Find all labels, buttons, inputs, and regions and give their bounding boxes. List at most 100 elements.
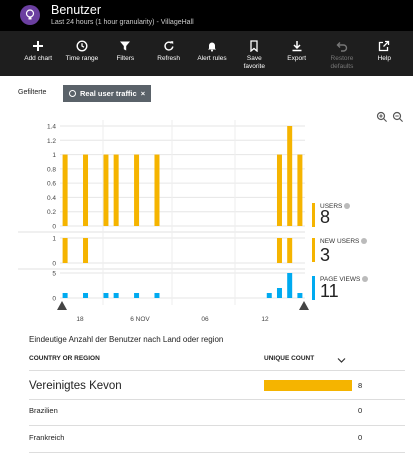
funnel-icon (120, 41, 131, 51)
plus-icon (33, 41, 44, 51)
clock-icon (76, 40, 88, 52)
table-divider (29, 399, 405, 400)
filter-chip-label: Real user traffic (80, 89, 137, 98)
bar (287, 273, 293, 298)
country-name: Brazilien (29, 406, 58, 415)
table-title: Eindeutige Anzahl der Benutzer nach Land… (29, 335, 224, 344)
bar (154, 293, 160, 298)
help-label: Help (377, 55, 391, 62)
table-divider (29, 425, 405, 426)
y-tick-label: 0.6 (47, 181, 56, 188)
alert-rules-label: Alert rules (197, 55, 227, 62)
y-tick-label: 0.4 (47, 195, 56, 202)
x-tick-label: 18 (76, 316, 84, 323)
y-tick-label: 5 (52, 271, 56, 278)
chevron-down-icon[interactable] (337, 351, 346, 369)
column-header-unique-count[interactable]: UNIQUE COUNT (264, 355, 314, 362)
add-chart-button[interactable]: Add chart (16, 31, 60, 76)
refresh-icon (163, 41, 174, 51)
country-name: Vereinigtes Kevon (29, 380, 122, 392)
restore-defaults-label: Restore defaults (330, 55, 354, 70)
bar (297, 154, 303, 226)
time-range-label: Time range (65, 55, 99, 62)
y-tick-label: 0 (52, 224, 56, 231)
y-tick-label: 1 (52, 236, 56, 243)
bar (276, 238, 282, 263)
legend-new-users-value: 3 (320, 245, 331, 265)
table-divider (29, 370, 405, 371)
filter-row: Gefilterte Real user traffic × (0, 84, 413, 104)
export-label: Export (287, 55, 307, 62)
bar (276, 154, 282, 226)
close-icon[interactable]: × (141, 89, 145, 98)
bar (83, 238, 89, 263)
undo-icon (336, 42, 348, 52)
alert-rules-button[interactable]: Alert rules (190, 31, 233, 76)
bar (113, 154, 119, 226)
y-tick-label: 0.2 (47, 209, 56, 216)
bar (134, 293, 140, 298)
legend-page-views-swatch (312, 276, 315, 300)
bar (266, 293, 272, 298)
column-header-country[interactable]: COUNTRY OR REGION (29, 355, 100, 362)
save-favorite-label: Save favorite (243, 55, 265, 70)
bar (83, 154, 89, 226)
bar (62, 154, 68, 226)
blade-header: Benutzer Last 24 hours (1 hour granulari… (0, 0, 413, 31)
filter-label: Gefilterte (18, 89, 47, 96)
users-chart: 1.41.210.80.60.40.20105018 6 NOV 06 12 (18, 120, 309, 323)
y-tick-label: 1.2 (47, 138, 56, 145)
filter-chip[interactable]: Real user traffic × (63, 85, 152, 102)
add-chart-label: Add chart (24, 55, 53, 62)
refresh-button[interactable]: Refresh (147, 31, 190, 76)
export-button[interactable]: Export (275, 31, 318, 76)
bookmark-icon (250, 40, 258, 52)
count-value: 0 (358, 433, 363, 442)
y-tick-label: 0.8 (47, 166, 56, 173)
legend-users-value: 8 (320, 207, 331, 227)
toolbar: Add chart Time range Filters Refresh Ale… (0, 31, 413, 76)
legend-new-users-name: NEW USERS (320, 238, 368, 245)
save-favorite-button[interactable]: Save favorite (234, 31, 275, 76)
legend-users-swatch (312, 203, 315, 227)
refresh-label: Refresh (157, 55, 181, 62)
info-icon (344, 203, 351, 210)
page-title: Benutzer (51, 3, 102, 17)
legend-page-views-value: 11 (320, 281, 339, 301)
country-name: Frankreich (29, 433, 65, 442)
bar (287, 126, 293, 226)
restore-defaults-button[interactable]: Restore defaults (318, 31, 365, 76)
count-value: 8 (358, 381, 363, 390)
bar (113, 293, 119, 298)
y-tick-label: 1.4 (47, 124, 56, 131)
count-value: 0 (358, 406, 363, 415)
y-tick-label: 0 (52, 261, 56, 268)
count-bar (264, 380, 352, 391)
bar (297, 293, 303, 298)
external-link-icon (379, 40, 390, 52)
filters-label: Filters (116, 55, 135, 62)
range-handle-right (299, 301, 309, 310)
bar (103, 154, 109, 226)
info-icon (362, 276, 369, 283)
download-icon (292, 41, 302, 52)
bar (287, 238, 293, 263)
bar (62, 293, 68, 298)
table-divider (29, 452, 405, 453)
x-tick-label: 06 (201, 316, 209, 323)
range-handle-left (57, 301, 67, 310)
y-tick-label: 0 (52, 296, 56, 303)
filters-button[interactable]: Filters (104, 31, 147, 76)
bar (83, 293, 89, 298)
bar (134, 154, 140, 226)
bar (103, 293, 109, 298)
bar (276, 288, 282, 298)
time-range-button[interactable]: Time range (60, 31, 103, 76)
help-button[interactable]: Help (366, 31, 403, 76)
page-subtitle: Last 24 hours (1 hour granularity) - Vil… (51, 19, 194, 26)
y-tick-label: 1 (52, 152, 56, 159)
x-tick-label: 12 (261, 316, 269, 323)
bar (62, 238, 68, 263)
info-icon (361, 238, 368, 245)
legend-new-users-swatch (312, 238, 315, 262)
